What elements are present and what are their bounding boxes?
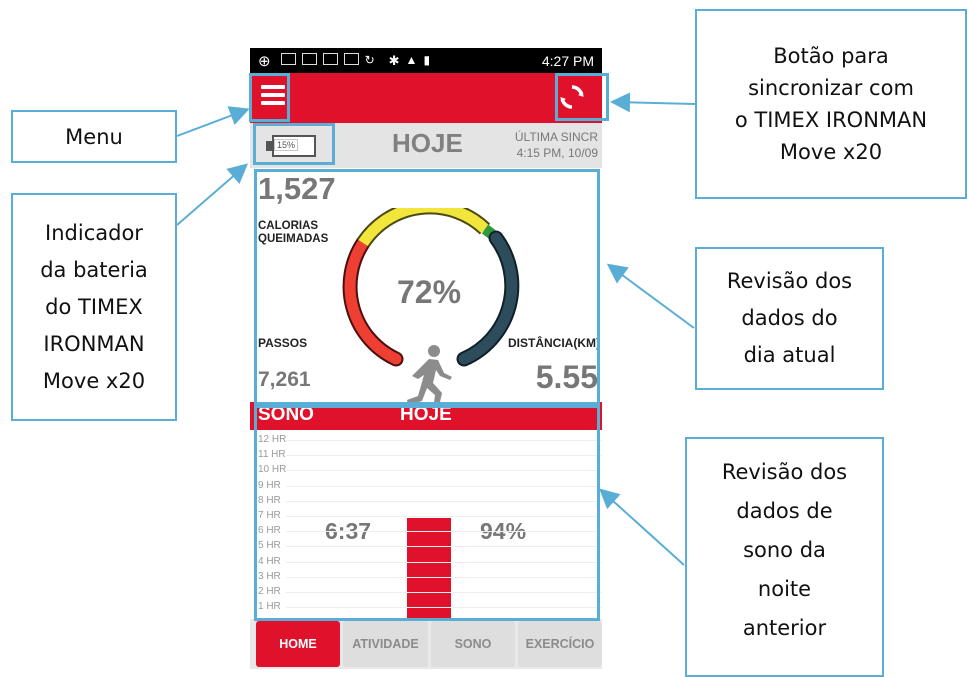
bottom-tabs: HOME ATIVIDADE SONO EXERCÍCIO	[250, 619, 602, 669]
sync-highlight	[555, 73, 609, 121]
mail-icon	[280, 52, 296, 65]
menu-callout: Menu	[11, 110, 177, 163]
daily-callout: Revisão dos dados do dia atual	[695, 247, 884, 390]
sync-callout: Botão para sincronizar com o TIMEX IRONM…	[695, 9, 967, 199]
plus-icon: ⊕	[258, 52, 271, 70]
daily-arrow	[606, 263, 695, 329]
status-bar: ⊕ ↻ ✱ ▲ ▮ 4:27 PM	[250, 48, 602, 73]
status-time: 4:27 PM	[541, 52, 594, 69]
tab-exercicio[interactable]: EXERCÍCIO	[518, 621, 602, 667]
tab-sono[interactable]: SONO	[431, 621, 515, 667]
image-icon	[322, 52, 338, 65]
last-sync: ÚLTIMA SINCR 4:15 PM, 10/09	[515, 129, 598, 161]
app-bar	[250, 73, 602, 123]
last-sync-label: ÚLTIMA SINCR	[514, 130, 598, 144]
daily-highlight	[254, 169, 600, 408]
menu-highlight	[249, 73, 290, 122]
battery-callout: Indicador da bateria do TIMEX IRONMAN Mo…	[11, 193, 177, 421]
refresh-status-icon: ↻	[364, 52, 375, 67]
page-title: HOJE	[392, 128, 463, 158]
sync-arrow	[610, 92, 696, 113]
notification-icons: ↻ ✱ ▲ ▮	[280, 52, 542, 69]
bluetooth-icon: ✱	[388, 52, 400, 68]
sleep-arrow	[599, 488, 685, 566]
battery-highlight	[253, 123, 335, 165]
sleep-highlight	[254, 402, 600, 621]
sleep-callout: Revisão dos dados de sono da noite anter…	[685, 437, 884, 677]
menu-arrow	[176, 106, 250, 137]
battery-status-icon: ▮	[423, 52, 431, 67]
battery-arrow	[176, 163, 249, 226]
tab-atividade[interactable]: ATIVIDADE	[343, 621, 428, 667]
last-sync-time: 4:15 PM, 10/09	[516, 146, 598, 160]
signal-icon: ▲	[405, 52, 418, 67]
tab-home[interactable]: HOME	[256, 621, 340, 667]
gmail-icon	[343, 52, 359, 65]
calendar-icon	[301, 52, 317, 65]
